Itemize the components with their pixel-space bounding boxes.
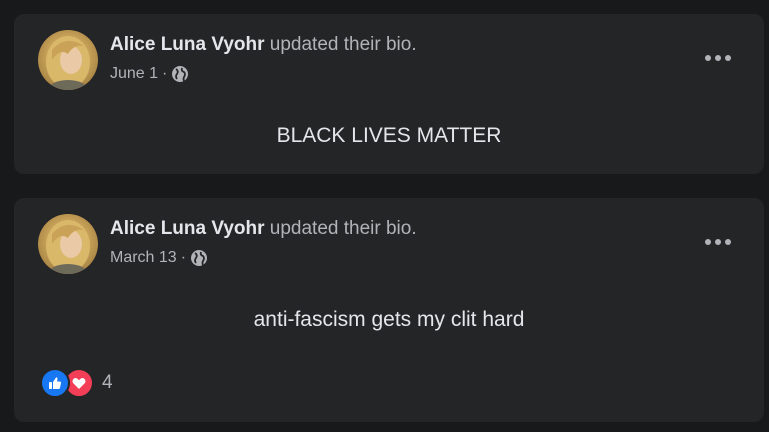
reaction-count[interactable]: 4 [102,372,113,394]
post-meta: March 13 · [110,248,208,268]
globe-icon[interactable] [190,249,208,267]
meta-separator: · [162,65,168,82]
dot [705,239,711,245]
globe-icon[interactable] [171,65,189,83]
bio-update-post: Alice Luna Vyohr updated their bio. June… [14,14,764,174]
post-header: Alice Luna Vyohr updated their bio. [110,216,417,242]
post-meta: June 1 · [110,64,189,84]
dot [725,55,731,61]
post-date[interactable]: March 13 [110,248,177,268]
bio-text: anti-fascism gets my clit hard [253,308,525,331]
like-icon[interactable] [40,368,70,398]
meta-separator: · [180,249,187,266]
dot [725,239,731,245]
dot [715,239,721,245]
author-name[interactable]: Alice Luna Vyohr [110,34,265,55]
post-header: Alice Luna Vyohr updated their bio. [110,32,417,58]
bio-update-post: Alice Luna Vyohr updated their bio. Marc… [14,198,764,422]
post-action: updated their bio. [269,218,417,239]
bio-text: BLACK LIVES MATTER [276,124,502,147]
dot [715,55,721,61]
avatar[interactable] [38,30,98,90]
more-options-button[interactable] [700,230,736,254]
more-options-button[interactable] [700,46,736,70]
reactions-summary[interactable]: 4 [40,368,113,398]
avatar[interactable] [38,214,98,274]
dot [705,55,711,61]
post-action: updated their bio. [269,34,417,55]
author-name[interactable]: Alice Luna Vyohr [110,218,265,239]
post-date[interactable]: June 1 [110,64,158,84]
